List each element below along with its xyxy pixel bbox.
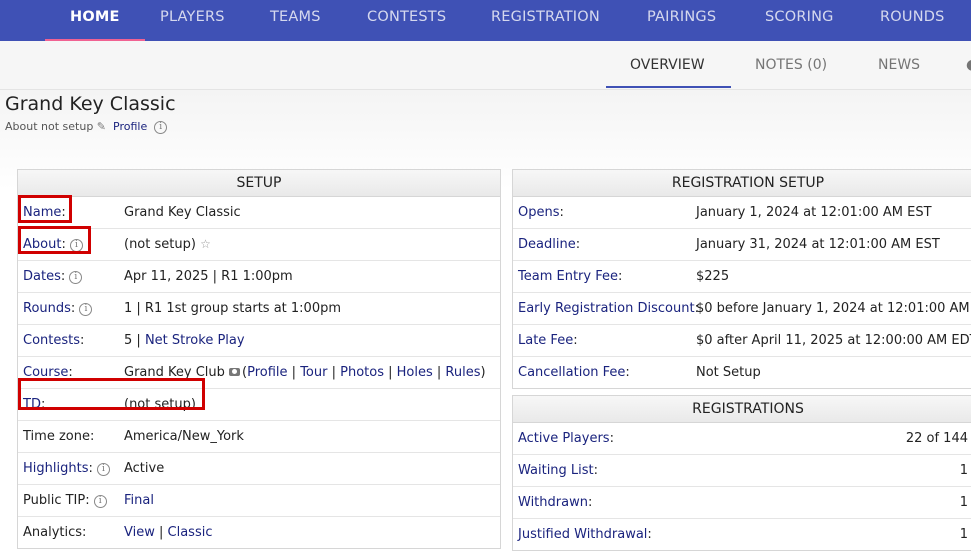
nav-contests[interactable]: CONTESTS (367, 0, 446, 41)
course-tour-link[interactable]: Tour (300, 365, 327, 380)
setup-row-analytics: Analytics: View | Classic (23, 525, 213, 540)
nav-teams[interactable]: TEAMS (270, 0, 321, 41)
course-profile-link[interactable]: Profile (247, 365, 287, 380)
page-subtitle: About not setup ✎ Profile i (5, 120, 168, 134)
dates-label[interactable]: Dates (23, 269, 61, 284)
nav-players[interactable]: PLAYERS (160, 0, 225, 41)
publictip-link[interactable]: Final (124, 493, 154, 508)
course-photos-link[interactable]: Photos (340, 365, 384, 380)
about-status: About not setup (5, 120, 94, 133)
opens-label[interactable]: Opens (518, 205, 560, 220)
registrations-row-withdrawn: Withdrawn: 1 (513, 487, 971, 519)
late-fee-value: $0 after April 11, 2025 at 12:00:00 AM E… (696, 333, 971, 348)
reg-row-late-fee: Late Fee: $0 after April 11, 2025 at 12:… (513, 325, 971, 357)
cancellation-fee-value: Not Setup (696, 365, 761, 380)
setup-heading: SETUP (18, 170, 500, 197)
registrations-row-justified: Justified Withdrawal: 1 (518, 527, 968, 542)
deadline-label[interactable]: Deadline (518, 237, 576, 252)
about-value: (not setup) (124, 237, 196, 252)
info-icon[interactable]: i (154, 121, 168, 134)
rounds-label[interactable]: Rounds (23, 301, 71, 316)
timezone-value: America/New_York (124, 429, 244, 444)
setup-row-contests: Contests: 5 | Net Stroke Play (18, 325, 500, 357)
active-tab-indicator (606, 86, 731, 88)
camera-icon[interactable] (229, 368, 241, 376)
rounds-value: 1 | R1 1st group starts at 1:00pm (124, 301, 342, 316)
analytics-classic-link[interactable]: Classic (168, 525, 213, 540)
highlight-box-name (18, 195, 72, 223)
info-icon[interactable]: i (96, 463, 110, 476)
profile-link[interactable]: Profile (113, 120, 147, 133)
contests-count: 5 (124, 333, 133, 348)
contests-label[interactable]: Contests (23, 333, 80, 348)
timezone-label: Time zone: (23, 429, 95, 444)
highlight-box-about (18, 226, 91, 254)
info-icon[interactable]: i (69, 271, 83, 284)
name-value: Grand Key Classic (124, 205, 241, 220)
team-entry-fee-value: $225 (696, 269, 730, 284)
reg-row-team-fee: Team Entry Fee: $225 (513, 261, 971, 293)
deadline-value: January 31, 2024 at 12:01:00 AM EST (696, 237, 940, 252)
registrations-panel: REGISTRATIONS Active Players: 22 of 144 … (512, 395, 971, 551)
contest-link[interactable]: Net Stroke Play (145, 333, 245, 348)
reg-row-opens: Opens: January 1, 2024 at 12:01:00 AM ES… (513, 197, 971, 229)
reg-row-cancellation: Cancellation Fee: Not Setup (518, 365, 761, 380)
withdrawn-label[interactable]: Withdrawn (518, 495, 588, 510)
early-discount-label[interactable]: Early Registration Discount (518, 301, 695, 316)
late-fee-label[interactable]: Late Fee (518, 333, 573, 348)
registrations-heading: REGISTRATIONS (513, 396, 971, 423)
setup-row-publictip: Public TIP: i Final (18, 485, 500, 517)
setup-row-highlights: Highlights: i Active (18, 453, 500, 485)
withdrawn-value: 1 (959, 495, 968, 510)
reg-row-deadline: Deadline: January 31, 2024 at 12:01:00 A… (513, 229, 971, 261)
highlight-box-td (18, 378, 205, 410)
analytics-label: Analytics: (23, 525, 87, 540)
waiting-list-value: 1 (959, 463, 968, 478)
nav-rounds[interactable]: ROUNDS (880, 0, 945, 41)
reg-row-early-discount: Early Registration Discount: $0 before J… (513, 293, 971, 325)
setup-row-name: Name: Grand Key Classic (18, 197, 500, 229)
justified-withdrawal-value: 1 (959, 527, 968, 542)
pencil-icon[interactable]: ✎ (97, 120, 106, 133)
setup-row-rounds: Rounds: i 1 | R1 1st group starts at 1:0… (18, 293, 500, 325)
info-icon[interactable]: i (93, 495, 107, 508)
page-title: Grand Key Classic (5, 93, 176, 115)
nav-home[interactable]: HOME (45, 0, 145, 41)
top-navigation: HOME PLAYERS TEAMS CONTESTS REGISTRATION… (0, 0, 971, 41)
dates-value: Apr 11, 2025 | R1 1:00pm (124, 269, 293, 284)
waiting-list-label[interactable]: Waiting List (518, 463, 594, 478)
opens-value: January 1, 2024 at 12:01:00 AM EST (696, 205, 932, 220)
highlights-label[interactable]: Highlights (23, 461, 88, 476)
justified-withdrawal-label[interactable]: Justified Withdrawal (518, 527, 647, 542)
tab-overflow[interactable]: ● (966, 57, 971, 73)
nav-registration[interactable]: REGISTRATION (491, 0, 600, 41)
analytics-view-link[interactable]: View (124, 525, 155, 540)
registration-setup-panel: REGISTRATION SETUP Opens: January 1, 202… (512, 169, 971, 389)
nav-pairings[interactable]: PAIRINGS (647, 0, 716, 41)
cancellation-fee-label[interactable]: Cancellation Fee (518, 365, 625, 380)
course-rules-link[interactable]: Rules (445, 365, 480, 380)
highlights-value: Active (124, 461, 165, 476)
registrations-row-active: Active Players: 22 of 144 (513, 423, 971, 455)
team-entry-fee-label[interactable]: Team Entry Fee (518, 269, 618, 284)
setup-row-dates: Dates: i Apr 11, 2025 | R1 1:00pm (18, 261, 500, 293)
tab-notes[interactable]: NOTES (0) (755, 57, 827, 73)
active-players-label[interactable]: Active Players (518, 431, 610, 446)
course-holes-link[interactable]: Holes (397, 365, 433, 380)
registrations-row-waiting: Waiting List: 1 (513, 455, 971, 487)
tab-news[interactable]: NEWS (878, 57, 920, 73)
info-icon[interactable]: i (79, 303, 93, 316)
active-players-value: 22 of 144 (905, 431, 968, 446)
nav-scoring[interactable]: SCORING (765, 0, 834, 41)
setup-row-timezone: Time zone: America/New_York (18, 421, 500, 453)
tab-overview[interactable]: OVERVIEW (630, 57, 705, 73)
early-discount-value: $0 before January 1, 2024 at 12:01:00 AM… (696, 301, 971, 316)
registration-setup-heading: REGISTRATION SETUP (513, 170, 971, 197)
publictip-label: Public TIP: (23, 493, 90, 508)
star-icon[interactable]: ☆ (200, 237, 211, 251)
